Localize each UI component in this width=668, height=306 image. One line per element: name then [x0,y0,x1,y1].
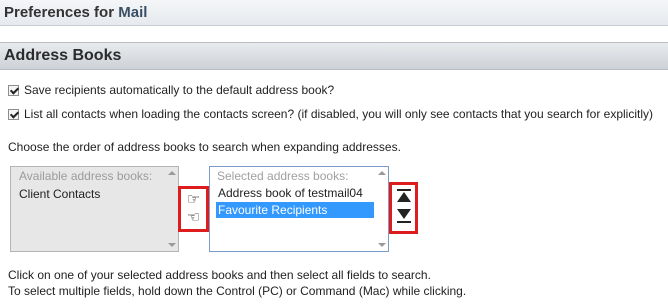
available-list-header: Available address books: [19,169,153,183]
selected-list-header: Selected address books: [217,169,349,183]
scroll-up-arrow-icon[interactable] [378,171,386,175]
page-title-app: Mail [118,4,148,21]
selected-address-books-list[interactable]: Selected address books: Address book of … [209,166,389,252]
save-recipients-checkbox[interactable] [8,84,19,96]
list-item[interactable]: Client Contacts [19,187,100,201]
list-all-contacts-checkbox[interactable] [8,108,19,120]
help-text-line-2: To select multiple fields, hold down the… [8,284,467,298]
page-header: Preferences for Mail [0,0,668,26]
list-all-contacts-option[interactable]: List all contacts when loading the conta… [8,107,653,121]
scroll-down-arrow-icon[interactable] [168,243,176,247]
order-buttons-group [389,182,418,234]
section-header: Address Books [0,42,668,70]
hand-pointing-right-icon[interactable]: ☞ [187,192,200,207]
available-address-books-list[interactable]: Available address books: Client Contacts [10,166,179,252]
move-buttons-group: ☞ ☜ [178,186,209,232]
move-down-icon[interactable] [397,209,411,225]
selected-list-scrollbar[interactable] [374,167,388,251]
section-title: Address Books [4,47,122,64]
scroll-down-arrow-icon[interactable] [378,243,386,247]
help-text-line-1: Click on one of your selected address bo… [8,268,431,282]
save-recipients-label: Save recipients automatically to the def… [24,83,335,97]
list-item-selected[interactable]: Favourite Recipients [216,202,374,218]
list-item[interactable]: Address book of testmail04 [218,186,363,200]
list-all-contacts-label: List all contacts when loading the conta… [24,107,653,121]
page-title: Preferences for Mail [4,4,147,21]
move-up-icon[interactable] [397,189,411,205]
order-instruction: Choose the order of address books to sea… [8,140,401,154]
save-recipients-option[interactable]: Save recipients automatically to the def… [8,83,334,97]
hand-pointing-left-icon[interactable]: ☜ [187,210,200,225]
scroll-up-arrow-icon[interactable] [168,171,176,175]
page-title-prefix: Preferences for [4,4,115,21]
available-list-scrollbar[interactable] [164,167,178,251]
